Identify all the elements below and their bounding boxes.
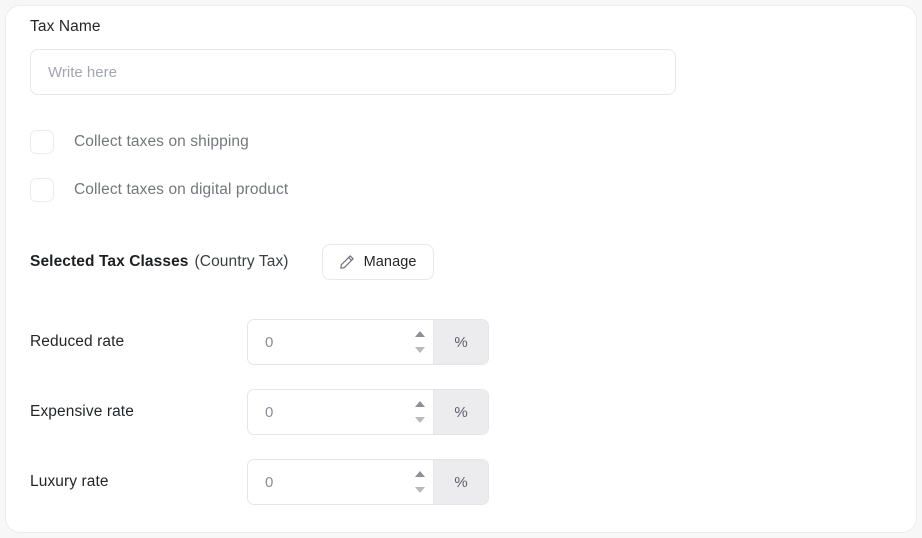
selected-tax-classes-subtitle: (Country Tax) [194,253,289,270]
number-spinner-reduced[interactable] [414,331,425,353]
rate-suffix-expensive: % [433,390,488,434]
checkbox-collect-taxes-on-digital-product[interactable] [30,178,54,202]
rate-label-reduced: Reduced rate [30,333,125,350]
rate-label-expensive: Expensive rate [30,403,134,420]
selected-tax-classes-title: Selected Tax Classes [30,253,189,270]
rate-input-reduced[interactable] [248,320,433,364]
rate-row-luxury: Luxury rate % [30,459,500,505]
spinner-down-icon[interactable] [414,347,425,353]
pencil-icon [339,255,354,269]
spinner-up-icon[interactable] [414,401,425,407]
spinner-up-icon[interactable] [414,471,425,477]
spinner-up-icon[interactable] [414,331,425,337]
rate-input-wrap-expensive [248,390,433,434]
rate-input-wrap-luxury [248,460,433,504]
number-spinner-luxury[interactable] [414,471,425,493]
manage-button[interactable]: Manage [321,244,434,280]
rate-input-wrap-reduced [248,320,433,364]
rate-row-reduced: Reduced rate % [30,319,500,365]
tax-name-input[interactable] [30,49,676,95]
checkbox-row-collect-taxes-on-digital-product[interactable]: Collect taxes on digital product [30,178,288,202]
rate-input-expensive[interactable] [248,390,433,434]
number-spinner-expensive[interactable] [414,401,425,423]
tax-name-label: Tax Name [30,18,101,35]
checkbox-row-collect-taxes-on-shipping[interactable]: Collect taxes on shipping [30,130,249,154]
spinner-down-icon[interactable] [414,487,425,493]
checkbox-label-collect-taxes-on-shipping: Collect taxes on shipping [74,133,249,150]
rate-control-expensive: % [247,389,489,435]
rate-control-reduced: % [247,319,489,365]
checkbox-label-collect-taxes-on-digital-product: Collect taxes on digital product [74,181,289,198]
tax-settings-card: Tax Name Collect taxes on shipping Colle… [6,6,916,532]
rate-suffix-luxury: % [433,460,488,504]
manage-button-label: Manage [363,254,417,270]
selected-tax-classes-header: Selected Tax Classes (Country Tax) Manag… [30,244,434,280]
rate-input-luxury[interactable] [248,460,433,504]
checkbox-collect-taxes-on-shipping[interactable] [30,130,54,154]
rate-label-luxury: Luxury rate [30,473,109,490]
screen-root: Tax Name Collect taxes on shipping Colle… [0,0,922,538]
rate-suffix-reduced: % [433,320,488,364]
rate-row-expensive: Expensive rate % [30,389,500,435]
spinner-down-icon[interactable] [414,417,425,423]
rate-control-luxury: % [247,459,489,505]
